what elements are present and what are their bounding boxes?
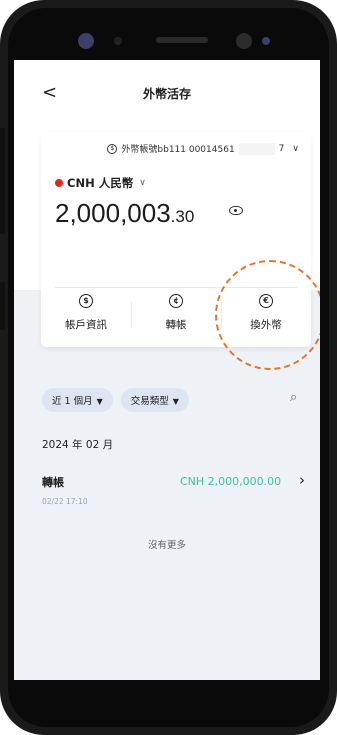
coin-icon: $ [107,143,118,154]
balance-integer: 2,000,003 [55,198,171,228]
phone-volume-button [0,128,5,234]
highlight-circle [215,260,320,370]
account-number-mask [238,142,275,155]
transaction-title: 轉帳 [42,476,64,489]
type-filter[interactable]: 交易類型 ▼ [120,388,189,412]
filter-label: 交易類型 [130,396,169,407]
balance-decimal: .30 [170,207,195,226]
phone-power-button [0,282,5,330]
transaction-date: 02/22 17:10 [42,497,88,506]
speaker-grille [156,37,208,43]
currency-label: CNH 人民幣 [67,176,134,190]
action-label: 轉帳 [165,319,187,331]
page-title: 外幣活存 [142,87,191,101]
sensor-dot [114,37,122,45]
transfer-icon: ¢ [169,294,183,308]
balance-amount: 2,000,003.30 [55,198,194,229]
currency-flag-icon [55,179,63,187]
end-of-list-label: 沒有更多 [147,540,186,551]
account-selector[interactable]: $ 外幣帳號bb111 00014561 7 ∨ [107,142,299,155]
account-info-button[interactable]: $ 帳戶資訊 [46,294,126,332]
top-bezel [14,14,320,64]
chevron-down-icon: ∨ [292,143,299,154]
filter-label: 近 1 個月 [52,396,93,407]
transfer-button[interactable]: ¢ 轉帳 [136,294,216,332]
phone-frame: < 外幣活存 $ 外幣帳號bb111 00014561 7 ∨ CNH 人民幣 … [0,0,337,735]
camera-dot [78,33,94,49]
chevron-down-icon: ∨ [139,178,146,188]
chevron-right-icon: › [299,471,305,489]
transaction-amount: CNH 2,000,000.00 [180,475,282,488]
month-header: 2024 年 02 月 [42,439,114,451]
currency-selector[interactable]: CNH 人民幣 ∨ [55,175,146,191]
proximity-dot [262,37,270,45]
caret-down-icon: ▼ [96,397,103,406]
caret-down-icon: ▼ [172,397,179,406]
account-number-tail: 7 [278,143,285,154]
eye-icon[interactable] [229,206,243,215]
app-screen: < 外幣活存 $ 外幣帳號bb111 00014561 7 ∨ CNH 人民幣 … [14,60,320,680]
account-info-icon: $ [79,294,93,308]
filter-bar: 近 1 個月 ▼ 交易類型 ▼ [42,388,189,412]
action-label: 帳戶資訊 [65,319,107,331]
period-filter[interactable]: 近 1 個月 ▼ [42,388,113,412]
front-camera-dot [236,33,252,49]
action-divider [131,302,132,328]
account-number: 外幣帳號bb111 00014561 [121,145,235,155]
bottom-bezel [14,680,320,722]
search-icon[interactable]: ⌕ [290,390,297,405]
navigation-bar: < 外幣活存 [14,60,320,120]
